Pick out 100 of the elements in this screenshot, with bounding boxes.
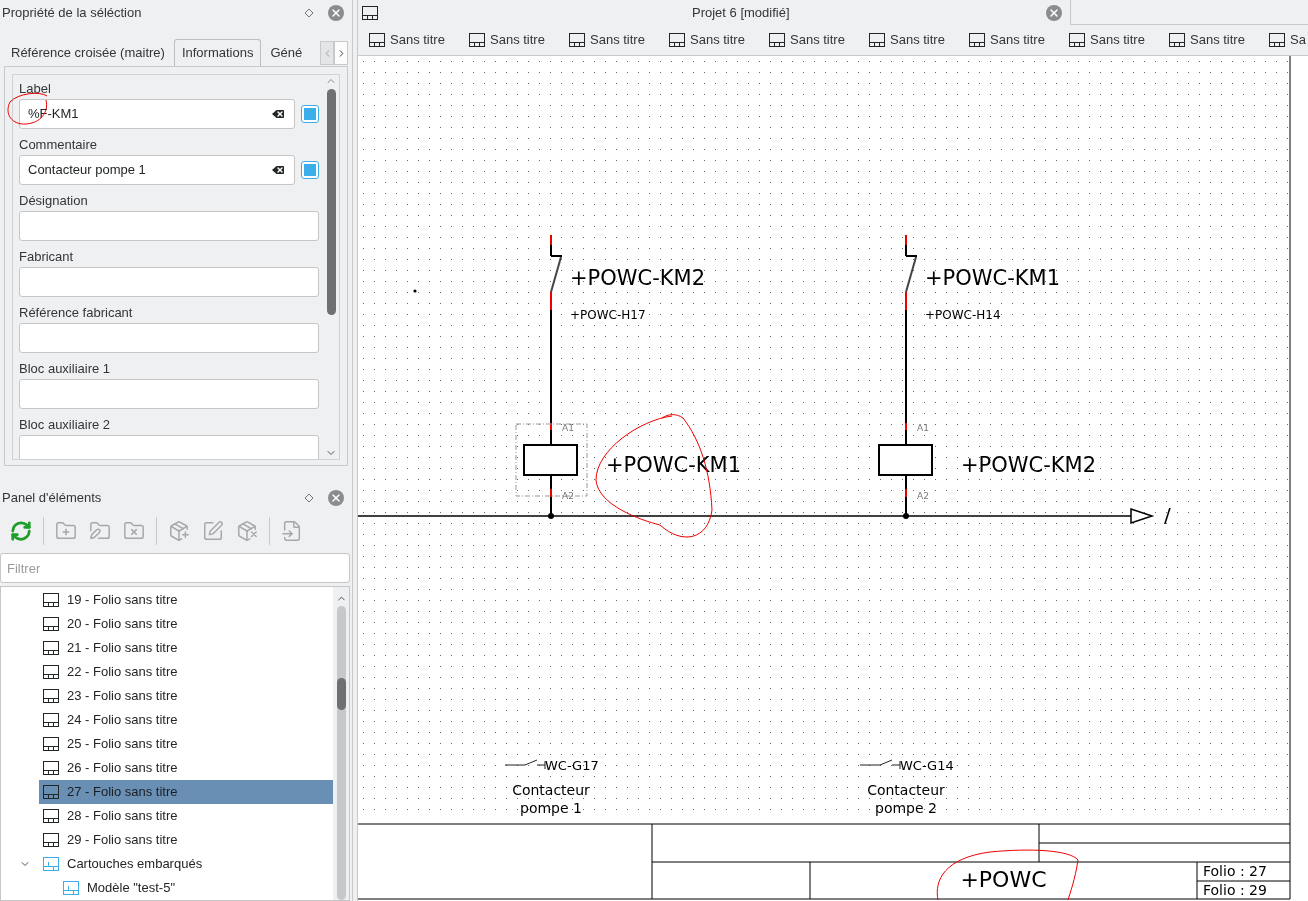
close-icon[interactable] [1045,4,1062,21]
coil-label: +POWC-KM2 [961,455,1097,476]
tree-item[interactable]: 27 - Folio sans titre [39,780,333,804]
input-field[interactable] [19,267,319,297]
contact-label: +POWC-KM1 [925,268,1061,289]
checkbox[interactable] [301,105,319,123]
folio-icon [569,33,585,47]
folio-icon [43,833,59,847]
folio-icon [669,33,685,47]
contact-reference: +POWC-H17 [570,309,646,321]
title-block-icon [43,857,59,871]
float-icon[interactable] [304,8,314,18]
folio-icon [1269,33,1285,47]
folio-tab[interactable]: Sans titre [1069,30,1153,50]
tree-item[interactable]: 21 - Folio sans titre [39,636,333,660]
folio-icon [43,785,59,799]
folio-icon [1169,33,1185,47]
folio-tab[interactable]: Sans titre [469,30,553,50]
document-icon [362,5,378,20]
field-label: Label [19,80,52,98]
auxiliary-reference: WC-G17 [545,759,599,772]
folio-tab[interactable]: Sans titre [969,30,1053,50]
folio-icon [43,761,59,775]
close-icon[interactable] [328,490,344,506]
folio-icon [769,33,785,47]
tree-item[interactable]: 26 - Folio sans titre [39,756,333,780]
input-field[interactable] [19,379,319,409]
tree-item[interactable]: 25 - Folio sans titre [39,732,333,756]
tree-item[interactable]: 22 - Folio sans titre [39,660,333,684]
checkbox[interactable] [301,161,319,179]
tab[interactable]: Géné [263,39,310,66]
contact-reference: +POWC-H14 [925,309,1001,321]
folio-icon [43,809,59,823]
scroll-right-icon[interactable] [334,41,348,65]
scrollbar-thumb[interactable] [336,678,346,710]
close-icon[interactable] [328,5,344,21]
component-comment: Contacteur pompe 1 [511,781,591,817]
folio-tab[interactable]: Sans titre [1169,30,1253,50]
auxiliary-reference: WC-G14 [900,759,954,772]
input-field[interactable] [19,323,319,353]
folio-icon [43,617,59,631]
tab[interactable]: Informations [173,39,262,66]
folio-tab[interactable]: Sans titre [769,30,853,50]
input-field[interactable] [19,211,319,241]
drawing-canvas[interactable]: +POWC-KM2 +POWC-H17 +POWC-KM1 A1 A2 WC-G17 Contacteur pompe 1 +POWC-KM1 +POWC-H14 +POWC-KM2 A1 A2 WC-G14 Contacteur pompe 2 / +POWC Folio : 27 Folio : 29 [358,56,1308,901]
contact-label: +POWC-KM2 [570,268,706,289]
tree-item[interactable]: 28 - Folio sans titre [39,804,333,828]
location-label: +POWC [959,869,1048,891]
folio-icon [869,33,885,47]
folio-icon [43,665,59,679]
scrollbar-track[interactable] [336,606,346,900]
tab[interactable]: Référence croisée (maitre) [4,39,172,66]
terminal-label: A2 [917,492,929,501]
folio-number: Folio : 27 [1203,864,1267,878]
folio-tab[interactable]: Sans titre [669,30,753,50]
input-field[interactable]: Contacteur pompe 1 [19,155,295,185]
folio-tab[interactable]: Sa [1269,30,1308,50]
folio-icon [43,713,59,727]
terminal-label: A2 [562,492,574,501]
panel-title: Propriété de la séléction [2,4,143,23]
tree-item[interactable]: 19 - Folio sans titre [39,588,333,612]
folio-icon [43,689,59,703]
title-block-icon [63,881,79,895]
folio-icon [1069,33,1085,47]
tree-item[interactable]: Cartouches embarqués [39,852,333,876]
bus-label: / [1164,505,1171,525]
panel-title: Panel d'éléments [2,489,103,508]
field-label: Désignation [19,192,89,210]
folio-tab[interactable]: Sans titre [869,30,953,50]
folio-tab[interactable]: Sans titre [569,30,653,50]
contact-symbol [504,759,546,770]
folio-icon [43,593,59,607]
folio-icon [43,641,59,655]
field-label: Référence fabricant [19,304,134,322]
field-label: Fabricant [19,248,75,266]
folio-icon [469,33,485,47]
input-field[interactable] [19,435,319,459]
scrollbar-thumb[interactable] [326,89,336,315]
field-label: Commentaire [19,136,99,154]
filter-field[interactable]: Filtrer [0,553,350,583]
terminal-label: A1 [917,424,929,433]
folio-icon [969,33,985,47]
folio-icon [369,33,385,47]
terminal-label: A1 [562,424,574,433]
component-comment: Contacteur pompe 2 [866,781,946,817]
field-label: Bloc auxiliaire 2 [19,416,112,434]
tree-item[interactable]: 23 - Folio sans titre [39,684,333,708]
tree-item[interactable]: 29 - Folio sans titre [39,828,333,852]
tree-item[interactable]: 24 - Folio sans titre [39,708,333,732]
float-icon[interactable] [304,493,314,503]
field-label: Bloc auxiliaire 1 [19,360,112,378]
tree-item[interactable]: Modèle "test-5" [59,876,333,900]
coil-label: +POWC-KM1 [606,455,742,476]
document-title: Projet 6 [modifié] [692,3,790,22]
point-marker [413,289,417,293]
folio-icon [43,737,59,751]
folio-number: Folio : 29 [1203,883,1267,897]
tree-item[interactable]: 20 - Folio sans titre [39,612,333,636]
folio-tab[interactable]: Sans titre [369,30,453,50]
scroll-left-icon[interactable] [320,41,334,65]
